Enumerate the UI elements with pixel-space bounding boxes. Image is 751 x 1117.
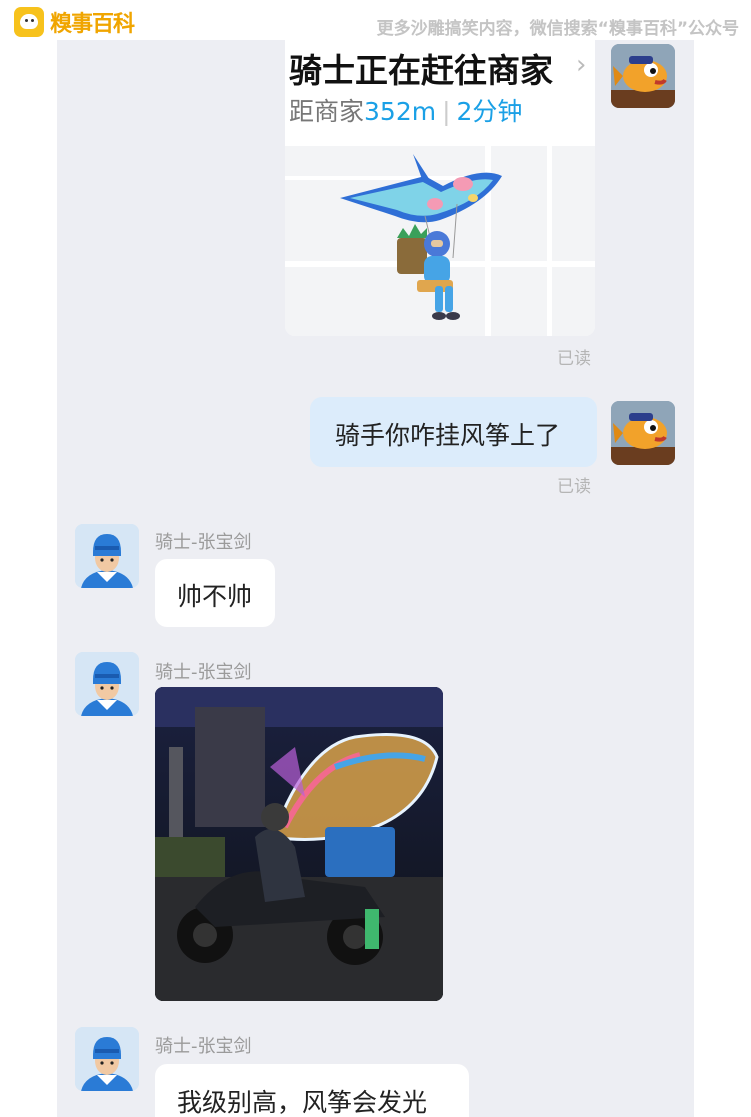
incoming-message-bubble[interactable]: 帅不帅 (155, 559, 275, 627)
sender-name: 骑士-张宝剑 (155, 532, 252, 553)
glowing-kite-motorbike-photo[interactable] (155, 687, 443, 1001)
read-status: 已读 (557, 477, 591, 497)
chat-area[interactable]: 骑士正在赶往商家 › 距商家352m | 2分钟 已读 骑手你咋挂风筝上了 已读… (57, 40, 694, 1117)
message-text: 骑手你咋挂风筝上了 (335, 421, 561, 450)
my-avatar[interactable] (611, 401, 675, 465)
brand-mascot-icon (14, 7, 44, 37)
my-avatar[interactable] (611, 44, 675, 108)
message-text: 我级别高，风筝会发光 (177, 1088, 428, 1117)
message-text: 帅不帅 (177, 582, 253, 611)
sender-name: 骑士-张宝剑 (155, 662, 252, 683)
order-status-title: 骑士正在赶往商家 (289, 51, 553, 90)
rider-avatar[interactable] (75, 652, 139, 716)
eta-value: 2分钟 (456, 97, 523, 126)
distance-label: 距商家 (289, 97, 365, 126)
watermark-logo: 糗事百科 (14, 6, 135, 38)
outgoing-message-bubble[interactable]: 骑手你咋挂风筝上了 (310, 397, 597, 467)
watermark-notice: 更多沙雕搞笑内容，微信搜索“糗事百科”公众号 (376, 19, 739, 39)
order-status-subtitle: 距商家352m | 2分钟 (289, 97, 523, 126)
incoming-message-bubble[interactable]: 我级别高，风筝会发光 (155, 1064, 469, 1117)
rider-avatar[interactable] (75, 1027, 139, 1091)
order-status-card[interactable]: 骑士正在赶往商家 › 距商家352m | 2分钟 (285, 40, 595, 336)
chevron-right-icon: › (576, 50, 587, 80)
watermark-brand: 糗事百科 (50, 12, 135, 37)
sender-name: 骑士-张宝剑 (155, 1036, 252, 1057)
distance-value: 352m (364, 97, 437, 126)
read-status: 已读 (557, 349, 591, 369)
kite-rider-illustration (285, 146, 595, 336)
rider-avatar[interactable] (75, 524, 139, 588)
